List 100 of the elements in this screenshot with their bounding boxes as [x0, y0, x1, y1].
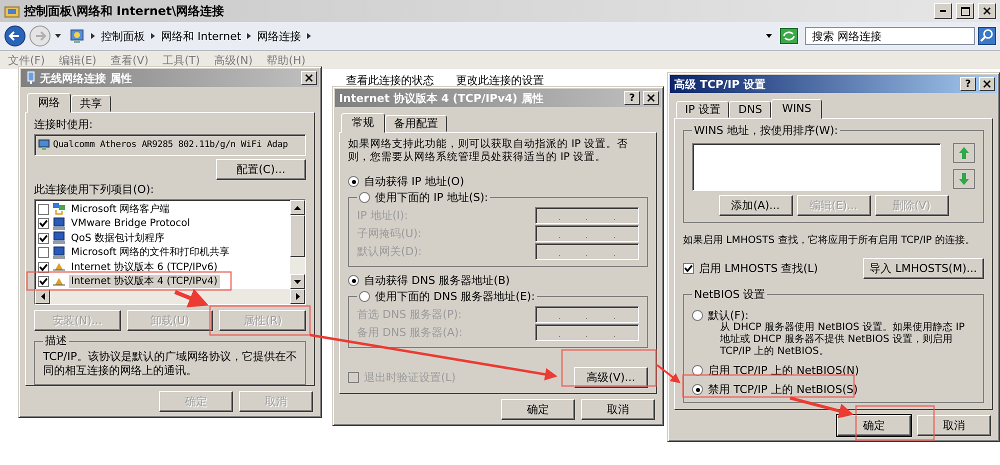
list-item[interactable]: VMware Bridge Protocol — [69, 217, 192, 230]
scroll-right-button[interactable] — [290, 289, 305, 304]
up-arrow-icon — [294, 206, 301, 210]
close-icon — [983, 7, 991, 15]
action-button[interactable]: 添加(A)... — [718, 195, 792, 216]
radio-button[interactable] — [692, 384, 703, 395]
close-icon — [647, 94, 655, 102]
group-label: NetBIOS 设置 — [693, 288, 766, 301]
checkbox-label[interactable]: 启用 LMHOSTS 查找(L) — [699, 262, 818, 275]
dialog-title: Internet 协议版本 4 (TCP/IPv4) 属性 — [339, 92, 544, 104]
radio-button[interactable] — [359, 192, 370, 203]
scroll-left-button[interactable] — [35, 289, 50, 304]
breadcrumb-item[interactable]: 控制面板 — [101, 30, 145, 42]
scroll-up-button[interactable] — [290, 200, 305, 215]
network-client-icon — [52, 202, 66, 216]
close-button[interactable] — [979, 77, 995, 91]
radio-button[interactable] — [348, 275, 359, 286]
group-label: 描述 — [44, 334, 68, 348]
close-button[interactable] — [978, 3, 996, 19]
arrow — [174, 288, 209, 308]
radio-label[interactable]: 使用下面的 DNS 服务器地址(E): — [375, 290, 535, 303]
tab[interactable]: 网络 — [27, 93, 71, 113]
field-label: 备用 DNS 服务器(A): — [357, 326, 464, 338]
radio-button[interactable] — [692, 365, 703, 376]
address-bar[interactable]: 控制面板 网络和 Internet 网络连接 — [65, 26, 777, 46]
list-item[interactable]: QoS 数据包计划程序 — [69, 232, 167, 245]
scroll-bar[interactable] — [35, 289, 305, 304]
checkbox[interactable] — [38, 247, 49, 258]
tab[interactable]: 备用配置 — [385, 115, 447, 132]
wins-address-list[interactable] — [692, 143, 941, 191]
menu-item[interactable]: 帮助(H) — [266, 54, 306, 66]
scroll-bar[interactable] — [290, 200, 305, 289]
checkbox[interactable] — [38, 262, 49, 273]
down-arrow-icon — [294, 280, 301, 284]
breadcrumb-item[interactable]: 网络连接 — [257, 30, 302, 42]
radio-label[interactable]: 自动获得 DNS 服务器地址(B) — [364, 274, 510, 287]
dialog-button[interactable]: 取消 — [917, 415, 991, 436]
description-text: TCP/IP。该协议是默认的广域网络协议，它提供在不同的相互连接的网络上的通讯。 — [43, 350, 297, 377]
refresh-button[interactable] — [780, 28, 798, 44]
checkbox[interactable] — [38, 276, 49, 288]
radio-button[interactable] — [692, 310, 703, 321]
window-title: 控制面板\网络和 Internet\网络连接 — [24, 4, 224, 18]
scroll-down-button[interactable] — [290, 274, 305, 289]
dropdown-icon[interactable] — [765, 32, 773, 40]
separator-icon — [245, 32, 254, 40]
checkbox[interactable] — [38, 232, 49, 244]
breadcrumb-item[interactable]: 网络和 Internet — [161, 30, 242, 42]
tab[interactable]: IP 设置 — [676, 101, 730, 118]
radio-button[interactable] — [348, 176, 359, 187]
network-adapter-icon — [25, 71, 37, 85]
menu-item[interactable]: 查看(V) — [110, 54, 149, 66]
list-item[interactable]: Microsoft 网络客户端 — [69, 202, 172, 216]
help-button[interactable]: ? — [960, 77, 976, 91]
advanced-button[interactable]: 高级(V)... — [574, 367, 648, 388]
radio-label[interactable]: 默认(F): — [708, 309, 749, 322]
arrow — [790, 396, 854, 418]
radio-button[interactable] — [359, 291, 370, 302]
checkbox[interactable] — [38, 218, 49, 230]
dropdown-icon[interactable] — [54, 32, 62, 40]
computer-icon — [52, 246, 66, 260]
move-up-button[interactable] — [953, 143, 975, 163]
configure-button[interactable]: 配置(C)... — [216, 159, 306, 180]
import-button[interactable]: 导入 LMHOSTS(M)... — [862, 258, 984, 279]
tab[interactable]: 共享 — [71, 95, 111, 112]
menu-item[interactable]: 工具(T) — [162, 54, 200, 66]
radio-label[interactable]: 自动获得 IP 地址(O) — [364, 175, 464, 188]
dialog-button[interactable]: 确定 — [837, 415, 911, 436]
toolbar-item[interactable]: 查看此连接的状态 — [346, 74, 434, 86]
group-label: WINS 地址，按使用排序(W): — [693, 124, 839, 137]
field-label: 此连接使用下列项目(O): — [34, 183, 155, 196]
field-label: 连接时使用: — [34, 118, 94, 131]
back-button[interactable] — [4, 25, 26, 47]
dialog-button[interactable]: 取消 — [581, 399, 655, 420]
close-icon — [983, 80, 991, 88]
checkbox[interactable] — [38, 204, 49, 215]
tab[interactable]: 常规 — [341, 113, 385, 133]
list-item[interactable]: Microsoft 网络的文件和打印机共享 — [69, 246, 232, 260]
radio-label[interactable]: 使用下面的 IP 地址(S): — [375, 191, 488, 204]
tab[interactable]: WINS — [771, 99, 822, 119]
toolbar-item[interactable]: 更改此连接的设置 — [456, 74, 544, 86]
network-adapter-icon — [38, 138, 50, 152]
menu-item[interactable]: 编辑(E) — [58, 54, 96, 66]
maximize-button[interactable] — [956, 3, 974, 19]
computer-icon — [52, 231, 66, 246]
minimize-button[interactable] — [934, 3, 952, 19]
left-arrow-icon — [40, 293, 44, 300]
search-field[interactable]: 搜索 网络连接 — [805, 27, 975, 45]
intro-text: 如果网络支持此功能，则可以获取自动指派的 IP 设置。否则，您需要从网络系统管理员处获得适当的 IP 设置。 — [348, 138, 630, 164]
dialog-button[interactable]: 确定 — [501, 399, 575, 420]
checkbox[interactable] — [683, 263, 694, 274]
list-item[interactable]: Internet 协议版本 4 (TCP/IPv4) — [69, 275, 220, 288]
separator-icon — [305, 32, 314, 40]
move-down-button[interactable] — [953, 169, 975, 189]
lmhosts-note: 如果启用 LMHOSTS 查找，它将应用于所有启用 TCP/IP 的连接。 — [683, 234, 976, 247]
list-item[interactable]: Internet 协议版本 6 (TCP/IPv6) — [69, 260, 220, 274]
tab[interactable]: DNS — [729, 101, 772, 118]
menu-item[interactable]: 文件(F) — [8, 54, 45, 66]
search-button[interactable] — [978, 27, 996, 45]
menu-item[interactable]: 高级(N) — [214, 54, 253, 66]
field-label: 子网掩码(U): — [357, 226, 422, 240]
